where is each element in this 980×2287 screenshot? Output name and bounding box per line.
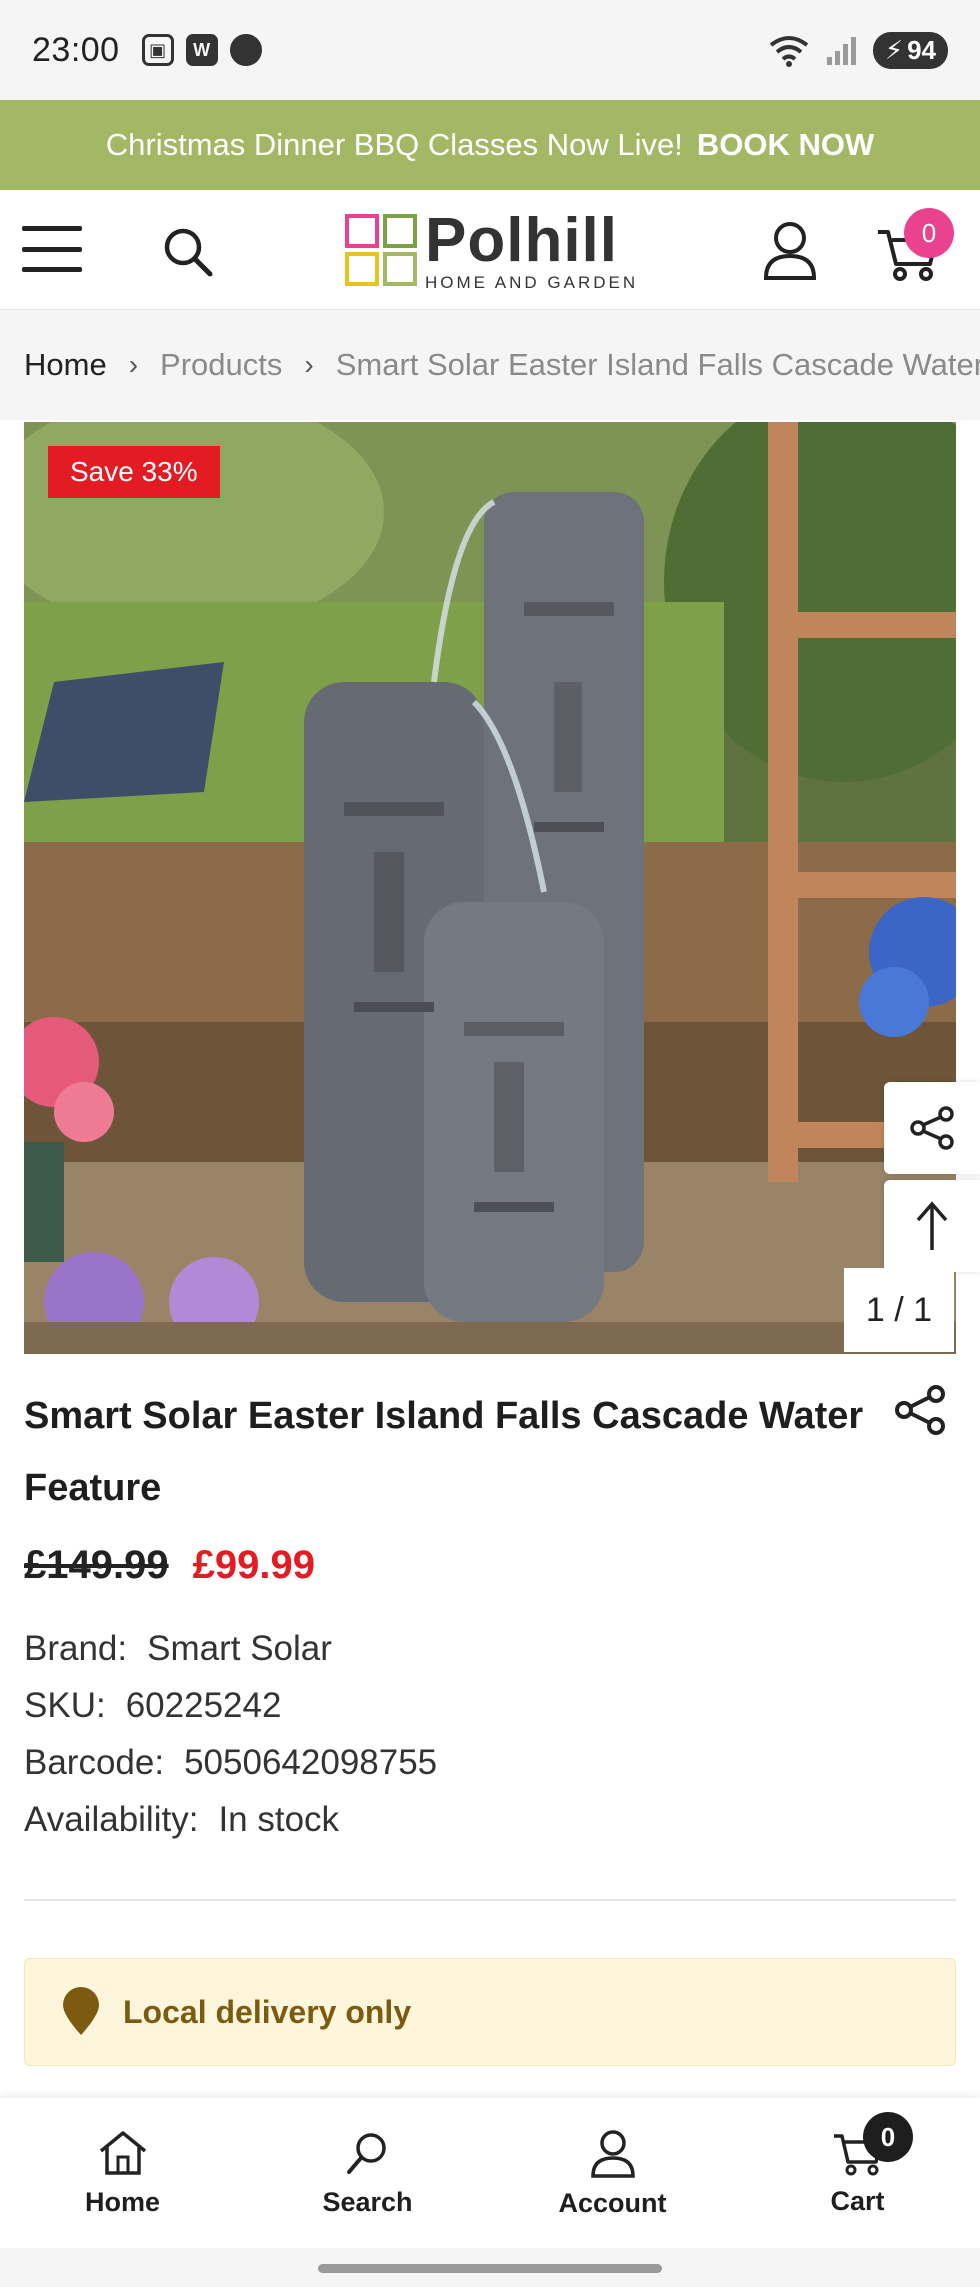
status-notification-icons: ▣ W: [141, 34, 262, 66]
availability-value: In stock: [218, 1799, 340, 1839]
location-pin-icon: [63, 1987, 99, 2035]
nav-label: Search: [322, 2186, 413, 2217]
screenshot-icon: ▣: [141, 34, 174, 66]
meta-label: Availability:: [24, 1799, 199, 1839]
price-block: £149.99 £99.99: [24, 1543, 315, 1588]
meta-sku: SKU: 60225242: [24, 1677, 437, 1734]
wifi-icon: [769, 36, 809, 67]
image-counter: 1 / 1: [844, 1268, 954, 1352]
scroll-to-top-button[interactable]: [884, 1180, 980, 1272]
delivery-notice: Local delivery only: [24, 1958, 956, 2066]
promo-banner[interactable]: Christmas Dinner BBQ Classes Now Live! B…: [0, 100, 980, 190]
meta-brand: Brand: Smart Solar: [24, 1620, 437, 1677]
product-meta: Brand: Smart Solar SKU: 60225242 Barcode…: [24, 1620, 437, 1848]
status-right: ⚡ 94: [767, 31, 948, 69]
cart-count-badge: 0: [904, 208, 954, 258]
product-photo: [24, 422, 956, 1354]
nav-label: Home: [84, 2186, 160, 2217]
bolt-icon: ⚡: [884, 34, 904, 65]
menu-icon: [22, 226, 82, 231]
logo-name: Polhill: [425, 205, 618, 275]
divider: [24, 1899, 956, 1901]
delivery-text: Local delivery only: [123, 1993, 412, 2030]
meta-label: Barcode:: [24, 1742, 165, 1782]
breadcrumb-home-link[interactable]: Home: [24, 347, 107, 383]
battery-level: 94: [907, 34, 936, 65]
save-badge: Save 33%: [48, 446, 220, 498]
promo-text: Christmas Dinner BBQ Classes Now Live!: [105, 127, 683, 162]
site-logo[interactable]: Polhill HOME AND GARDEN: [345, 205, 639, 292]
home-indicator[interactable]: [318, 2264, 662, 2273]
cart-badge: 0: [863, 2112, 913, 2162]
sku-value: 60225242: [125, 1685, 282, 1725]
meta-barcode: Barcode: 5050642098755: [24, 1734, 437, 1791]
logo-tagline: HOME AND GARDEN: [425, 272, 639, 292]
nav-label: Account: [558, 2187, 667, 2218]
messenger-icon: [229, 34, 262, 66]
signal-icon: [826, 37, 856, 65]
nav-cart[interactable]: Cart 0: [735, 2098, 980, 2248]
home-icon: [99, 2130, 146, 2175]
bottom-nav: Home Search Account Cart 0: [0, 2098, 980, 2248]
meta-label: SKU:: [24, 1685, 106, 1725]
chevron-right-icon: ›: [128, 349, 139, 380]
nav-account[interactable]: Account: [490, 2098, 735, 2248]
status-bar: 23:00 ▣ W ⚡ 94: [0, 0, 980, 100]
account-icon: [590, 2129, 635, 2178]
meta-availability: Availability: In stock: [24, 1791, 437, 1848]
menu-button[interactable]: [22, 226, 82, 272]
sale-price: £99.99: [192, 1543, 315, 1587]
search-button[interactable]: [160, 224, 216, 280]
w-app-icon: W: [185, 34, 218, 66]
product-image[interactable]: [24, 422, 956, 1354]
chevron-right-icon: ›: [304, 349, 314, 380]
meta-label: Brand:: [24, 1628, 128, 1668]
status-time: 23:00: [32, 30, 120, 69]
battery-indicator: ⚡ 94: [872, 31, 948, 69]
breadcrumb: Home › Products › Smart Solar Easter Isl…: [0, 310, 980, 420]
arrow-up-icon: [916, 1201, 948, 1250]
original-price: £149.99: [24, 1543, 169, 1587]
logo-mark-icon: [345, 214, 417, 286]
site-header: Polhill HOME AND GARDEN 0: [0, 190, 980, 310]
account-button[interactable]: [760, 218, 820, 282]
barcode-value: 5050642098755: [184, 1742, 438, 1782]
breadcrumb-current: Smart Solar Easter Island Falls Cascade …: [335, 347, 980, 382]
search-icon: [346, 2132, 386, 2174]
nav-home[interactable]: Home: [0, 2098, 245, 2248]
floating-share-button[interactable]: [884, 1082, 980, 1174]
share-button[interactable]: [890, 1380, 950, 1440]
nav-label: Cart: [830, 2185, 885, 2216]
book-now-link[interactable]: BOOK NOW: [697, 127, 874, 163]
share-icon: [910, 1106, 954, 1150]
breadcrumb-products-link[interactable]: Products: [160, 347, 282, 383]
brand-value[interactable]: Smart Solar: [147, 1629, 332, 1669]
nav-search[interactable]: Search: [245, 2098, 490, 2248]
product-title: Smart Solar Easter Island Falls Cascade …: [24, 1395, 864, 1509]
